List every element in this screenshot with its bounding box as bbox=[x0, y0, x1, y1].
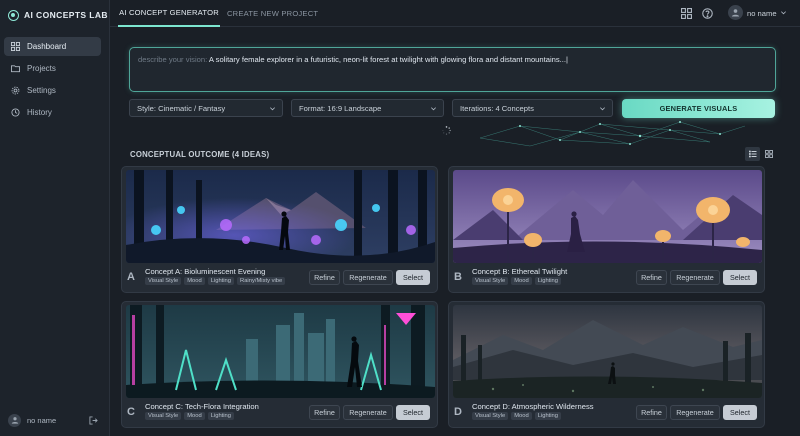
regenerate-button[interactable]: Regenerate bbox=[343, 405, 393, 420]
brand-logo-icon bbox=[8, 9, 19, 21]
select-button[interactable]: Select bbox=[723, 405, 757, 420]
results-title: CONCEPTUAL OUTCOME (4 IDEAS) bbox=[130, 150, 270, 159]
regenerate-button[interactable]: Regenerate bbox=[343, 270, 393, 285]
concept-image-a[interactable] bbox=[126, 170, 435, 263]
user-menu-name[interactable]: no name bbox=[747, 9, 777, 18]
help-icon[interactable] bbox=[702, 8, 713, 19]
refine-button[interactable]: Refine bbox=[309, 270, 340, 285]
style-select-value: Style: Cinematic / Fantasy bbox=[137, 103, 226, 113]
prompt-label: describe your vision: bbox=[138, 55, 209, 64]
prompt-text[interactable]: A solitary female explorer in a futurist… bbox=[209, 55, 568, 64]
sidebar-item-label: Settings bbox=[27, 86, 56, 95]
iterations-select-value: Iterations: 4 Concepts bbox=[460, 103, 534, 113]
concept-tags: Visual Style Mood Lighting bbox=[472, 277, 562, 285]
concept-card-a[interactable]: A Concept A: Bioluminescent Evening Visu… bbox=[121, 166, 438, 293]
view-toggle bbox=[745, 147, 776, 161]
chevron-down-icon[interactable] bbox=[780, 9, 787, 16]
select-button[interactable]: Select bbox=[396, 270, 430, 285]
concept-title: Concept B: Ethereal Twilight bbox=[472, 267, 568, 276]
sidebar: AI CONCEPTS LAB Dashboard Projects Setti… bbox=[0, 0, 110, 436]
sidebar-item-projects[interactable]: Projects bbox=[4, 59, 101, 78]
concept-card-c[interactable]: C Concept C: Tech-Flora Integration Visu… bbox=[121, 301, 438, 428]
chevron-down-icon bbox=[600, 107, 605, 111]
concept-tag[interactable]: Mood bbox=[184, 412, 205, 420]
top-bar: AI CONCEPT GENERATOR CREATE NEW PROJECT … bbox=[110, 0, 800, 27]
concept-tags: Visual Style Mood Lighting bbox=[145, 412, 235, 420]
concept-letter: C bbox=[127, 406, 135, 418]
vision-prompt-input[interactable]: describe your vision: A solitary female … bbox=[129, 47, 776, 92]
concept-card-b[interactable]: B Concept B: Ethereal Twilight Visual St… bbox=[448, 166, 765, 293]
concept-tag[interactable]: Mood bbox=[184, 277, 205, 285]
concept-tag[interactable]: Visual Style bbox=[472, 412, 509, 420]
concept-card-d[interactable]: D Concept D: Atmospheric Wilderness Visu… bbox=[448, 301, 765, 428]
concept-letter: B bbox=[454, 271, 462, 283]
regenerate-button[interactable]: Regenerate bbox=[670, 405, 720, 420]
concept-image-b[interactable] bbox=[453, 170, 762, 263]
sidebar-user[interactable]: no name bbox=[8, 412, 98, 428]
concept-image-d[interactable] bbox=[453, 305, 762, 398]
generate-visuals-button[interactable]: GENERATE VISUALS bbox=[622, 99, 775, 118]
select-button[interactable]: Select bbox=[723, 270, 757, 285]
sidebar-item-label: Projects bbox=[27, 64, 56, 73]
concept-tags: Visual Style Mood Lighting bbox=[472, 412, 562, 420]
concept-tag[interactable]: Mood bbox=[511, 277, 532, 285]
concept-tag[interactable]: Lighting bbox=[207, 412, 235, 420]
concept-tag[interactable]: Mood bbox=[511, 412, 532, 420]
concept-letter: D bbox=[454, 406, 462, 418]
user-icon bbox=[11, 417, 18, 424]
refine-button[interactable]: Refine bbox=[636, 405, 667, 420]
sidebar-item-settings[interactable]: Settings bbox=[4, 81, 101, 100]
avatar bbox=[8, 413, 21, 427]
select-button[interactable]: Select bbox=[396, 405, 430, 420]
avatar[interactable] bbox=[728, 5, 743, 20]
format-select-value: Format: 16:9 Landscape bbox=[299, 103, 382, 113]
sidebar-user-name: no name bbox=[27, 415, 57, 425]
concept-letter: A bbox=[127, 271, 135, 283]
user-icon bbox=[731, 9, 740, 17]
chevron-down-icon bbox=[270, 107, 275, 111]
brand-name: AI CONCEPTS LAB bbox=[24, 10, 108, 20]
tab-ai-concept-generator[interactable]: AI CONCEPT GENERATOR bbox=[118, 0, 220, 27]
folder-icon bbox=[11, 64, 20, 73]
style-select[interactable]: Style: Cinematic / Fantasy bbox=[129, 99, 283, 117]
tab-create-new-project[interactable]: CREATE NEW PROJECT bbox=[227, 0, 318, 27]
concept-tag[interactable]: Visual Style bbox=[145, 277, 182, 285]
concept-tag[interactable]: Visual Style bbox=[145, 412, 182, 420]
concept-title: Concept D: Atmospheric Wilderness bbox=[472, 402, 594, 411]
apps-grid-icon[interactable] bbox=[681, 8, 692, 19]
sidebar-item-label: History bbox=[27, 108, 52, 117]
sidebar-item-history[interactable]: History bbox=[4, 103, 101, 122]
gear-icon bbox=[11, 86, 20, 95]
logout-icon[interactable] bbox=[89, 415, 98, 425]
concept-image-c[interactable] bbox=[126, 305, 435, 398]
list-icon bbox=[748, 150, 756, 158]
grid-icon bbox=[11, 42, 20, 51]
list-view-button[interactable] bbox=[745, 147, 760, 161]
neural-network-decoration bbox=[479, 121, 746, 147]
chevron-down-icon bbox=[431, 107, 436, 111]
sidebar-item-label: Dashboard bbox=[27, 42, 67, 51]
grid-view-button[interactable] bbox=[761, 147, 776, 161]
refine-button[interactable]: Refine bbox=[309, 405, 340, 420]
concept-tag[interactable]: Lighting bbox=[534, 277, 562, 285]
concept-tag[interactable]: Rainy/Misty vibe bbox=[237, 277, 286, 285]
format-select[interactable]: Format: 16:9 Landscape bbox=[291, 99, 444, 117]
concept-title: Concept C: Tech-Flora Integration bbox=[145, 402, 259, 411]
iterations-select[interactable]: Iterations: 4 Concepts bbox=[452, 99, 613, 117]
refine-button[interactable]: Refine bbox=[636, 270, 667, 285]
concept-tag[interactable]: Lighting bbox=[534, 412, 562, 420]
concept-title: Concept A: Bioluminescent Evening bbox=[145, 267, 266, 276]
sidebar-nav: Dashboard Projects Settings History bbox=[4, 37, 101, 125]
concept-tags: Visual Style Mood Lighting Rainy/Misty v… bbox=[145, 277, 286, 285]
concept-tag[interactable]: Lighting bbox=[207, 277, 235, 285]
regenerate-button[interactable]: Regenerate bbox=[670, 270, 720, 285]
clock-icon bbox=[11, 108, 20, 117]
brand[interactable]: AI CONCEPTS LAB bbox=[8, 6, 108, 24]
concept-tag[interactable]: Visual Style bbox=[472, 277, 509, 285]
grid-icon bbox=[764, 150, 773, 158]
sidebar-item-dashboard[interactable]: Dashboard bbox=[4, 37, 101, 56]
